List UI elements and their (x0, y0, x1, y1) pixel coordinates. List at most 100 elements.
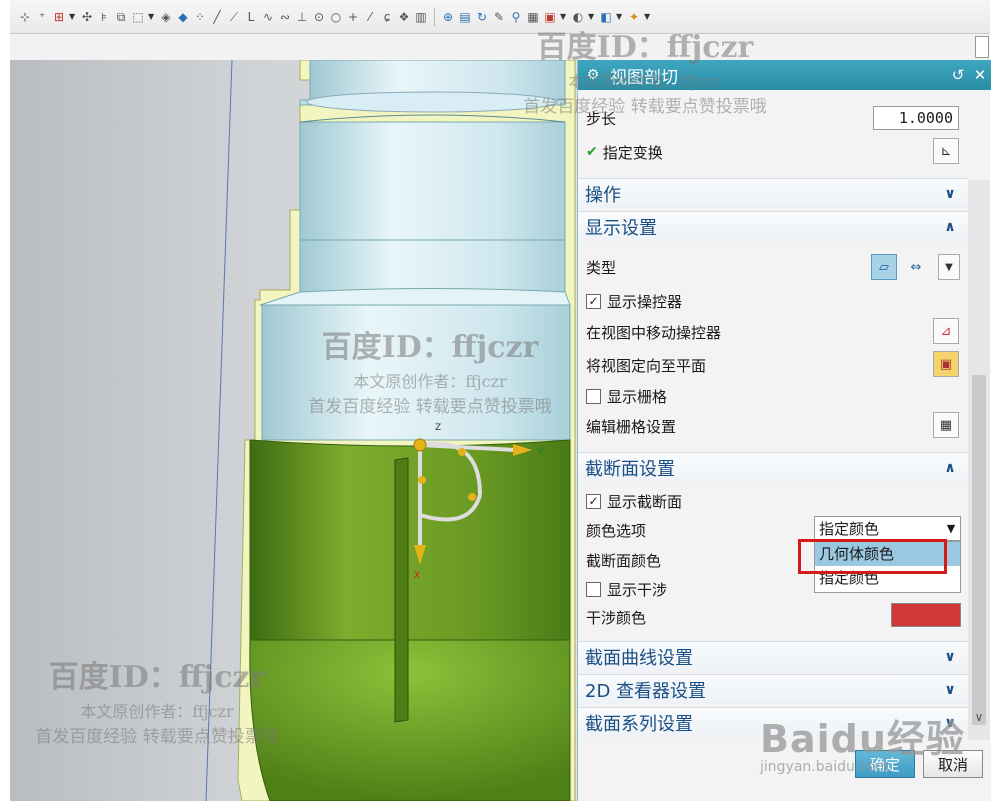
show-section-row[interactable]: ✓ 显示截断面 (586, 487, 961, 515)
show-manipulator-row[interactable]: ✓ 显示操控器 (586, 287, 961, 315)
shaded-icon[interactable]: ◈ (159, 10, 173, 24)
line-icon[interactable]: ╱ (210, 10, 224, 24)
svg-text:X: X (414, 571, 420, 581)
interference-color-swatch[interactable] (891, 603, 961, 627)
grid-settings-icon[interactable]: ▦ (933, 412, 959, 438)
perpendicular-icon[interactable]: ⊥ (295, 10, 309, 24)
chevron-down-icon[interactable]: ▼ (69, 12, 77, 21)
reset-icon[interactable]: ↺ (947, 66, 969, 84)
chevron-down-icon[interactable]: ▼ (588, 12, 596, 21)
points-icon[interactable]: ⁘ (193, 10, 207, 24)
scroll-down-icon[interactable]: ∨ (968, 710, 990, 730)
move-manipulator-row: 在视图中移动操控器 (586, 318, 961, 346)
display-settings-label: 显示设置 (585, 217, 657, 239)
cube-icon[interactable]: ◆ (176, 10, 190, 24)
watermark-id: 百度ID：ffjczr (321, 330, 539, 365)
show-interference-checkbox[interactable] (586, 581, 601, 597)
align-icon[interactable]: ⊧ (97, 10, 111, 24)
chevron-down-icon[interactable]: ▼ (148, 12, 156, 21)
point-snap-icon[interactable]: ⁺ (35, 10, 49, 24)
watermark-author: 本文原创作者：ffjczr (568, 72, 722, 91)
circle-center-icon[interactable]: ⊙ (312, 10, 326, 24)
baidu-logo-text: Baidu经验 (760, 717, 965, 761)
edit-grid-row: 编辑栅格设置 (586, 412, 961, 440)
one-plane-type-icon[interactable]: ▱ (871, 254, 897, 280)
view-section-dialog: ⚙ 视图剖切 ↺ ✕ 步长 1.0000 ✔ 指定变换 ⊾ 操作 ∨ 显示设置 … (577, 60, 991, 801)
document-tab-stub[interactable] (975, 36, 989, 58)
tangent-icon[interactable]: ɕ (380, 10, 394, 24)
rotate-icon[interactable]: ↻ (475, 10, 489, 24)
chevron-down-icon: ∨ (944, 681, 956, 698)
specify-transform-label: 指定变换 (602, 143, 663, 162)
svg-text:Z: Z (435, 423, 441, 433)
mirror-icon[interactable]: ⧉ (114, 10, 128, 24)
watermark-author: 本文原创作者：ffjczr (80, 702, 234, 721)
specify-transform-row: ✔ 指定变换 (586, 138, 961, 166)
display-settings-section-header[interactable]: 显示设置 ∧ (578, 211, 968, 241)
chevron-down-icon[interactable]: ▼ (616, 12, 624, 21)
move-icon[interactable]: ⊞ (52, 10, 66, 24)
watermark-middle: 百度ID：ffjczr 本文原创作者：ffjczr 首发百度经验 转载要点赞投票… (285, 322, 575, 417)
watermark-top: 百度ID：ffjczr 本文原创作者：ffjczr 首发百度经验 转载要点赞投票… (500, 22, 790, 117)
section-color-row: 截断面颜色 (586, 546, 961, 574)
slash-icon[interactable]: ⁄ (363, 10, 377, 24)
plus-icon[interactable]: + (346, 10, 360, 24)
color-option-select[interactable]: 指定颜色 ▼ (814, 516, 961, 541)
color-option-label: 颜色选项 (586, 521, 647, 540)
spline-icon[interactable]: ∿ (261, 10, 275, 24)
chevron-down-icon[interactable]: ▼ (560, 12, 568, 21)
type-dropdown-arrow[interactable]: ▼ (938, 254, 960, 280)
dialog-scrollbar[interactable] (968, 180, 990, 740)
line-tangent-icon[interactable]: ⟋ (227, 10, 241, 24)
watermark-author: 本文原创作者：ffjczr (353, 372, 507, 391)
show-interference-row[interactable]: 显示干涉 (586, 575, 961, 603)
show-grid-label: 显示栅格 (607, 387, 668, 406)
viewer-2d-settings-header[interactable]: 2D 查看器设置 ∨ (578, 674, 968, 704)
page-icon[interactable]: ▥ (414, 10, 428, 24)
show-section-checkbox[interactable]: ✓ (586, 493, 601, 509)
section-settings-header[interactable]: 截断面设置 ∧ (578, 452, 968, 482)
orient-view-icon[interactable]: ▣ (933, 351, 959, 377)
watermark-id: 百度ID：ffjczr (48, 660, 266, 695)
show-grid-row[interactable]: 显示栅格 (586, 382, 961, 410)
chevron-down-icon: ∨ (944, 185, 956, 202)
watermark-promo: 首发百度经验 转载要点赞投票哦 (35, 727, 279, 747)
csys-icon[interactable]: ⊾ (933, 138, 959, 164)
close-icon[interactable]: ✕ (969, 66, 991, 84)
baidu-logo: Baidu经验 jingyan.baidu.com (760, 708, 965, 775)
zoom-icon[interactable]: ⊕ (441, 10, 455, 24)
show-manipulator-checkbox[interactable]: ✓ (586, 293, 601, 309)
snap-icon[interactable]: ⊹ (18, 10, 32, 24)
viewer-2d-settings-label: 2D 查看器设置 (585, 680, 707, 702)
curve-icon[interactable]: ∾ (278, 10, 292, 24)
scrollbar-thumb[interactable] (972, 375, 986, 725)
brush-icon[interactable]: ❖ (397, 10, 411, 24)
chevron-down-icon: ▼ (946, 522, 956, 535)
transform-icon[interactable]: ✣ (80, 10, 94, 24)
show-grid-checkbox[interactable] (586, 388, 601, 404)
circle-icon[interactable]: ○ (329, 10, 343, 24)
section-curve-settings-header[interactable]: 截面曲线设置 ∨ (578, 641, 968, 671)
arc-icon[interactable]: ᒪ (244, 10, 258, 24)
operations-label: 操作 (585, 184, 621, 206)
toolbar-separator (434, 7, 435, 26)
section-curve-settings-label: 截面曲线设置 (585, 647, 693, 669)
chart-icon[interactable]: ▤ (458, 10, 472, 24)
svg-text:Y: Y (537, 448, 544, 458)
chevron-down-icon[interactable]: ▼ (644, 12, 652, 21)
two-plane-type-icon[interactable]: ⇔ (903, 254, 929, 280)
chevron-up-icon: ∧ (944, 218, 956, 235)
show-interference-label: 显示干涉 (607, 580, 668, 599)
section-settings-label: 截断面设置 (585, 458, 675, 480)
select-box-icon[interactable]: ⬚ (131, 10, 145, 24)
step-input[interactable]: 1.0000 (873, 106, 959, 130)
move-manipulator-icon[interactable]: ⊿ (933, 318, 959, 344)
chevron-down-icon: ∨ (944, 648, 956, 665)
watermark-bottom: 百度ID：ffjczr 本文原创作者：ffjczr 首发百度经验 转载要点赞投票… (12, 652, 302, 747)
check-mark-icon: ✔ (586, 144, 598, 160)
edit-grid-label: 编辑栅格设置 (586, 417, 677, 436)
watermark-promo: 首发百度经验 转载要点赞投票哦 (308, 397, 552, 417)
section-color-label: 截断面颜色 (586, 551, 662, 570)
operations-section-header[interactable]: 操作 ∨ (578, 178, 968, 208)
watermark-id: 百度ID：ffjczr (536, 30, 754, 65)
